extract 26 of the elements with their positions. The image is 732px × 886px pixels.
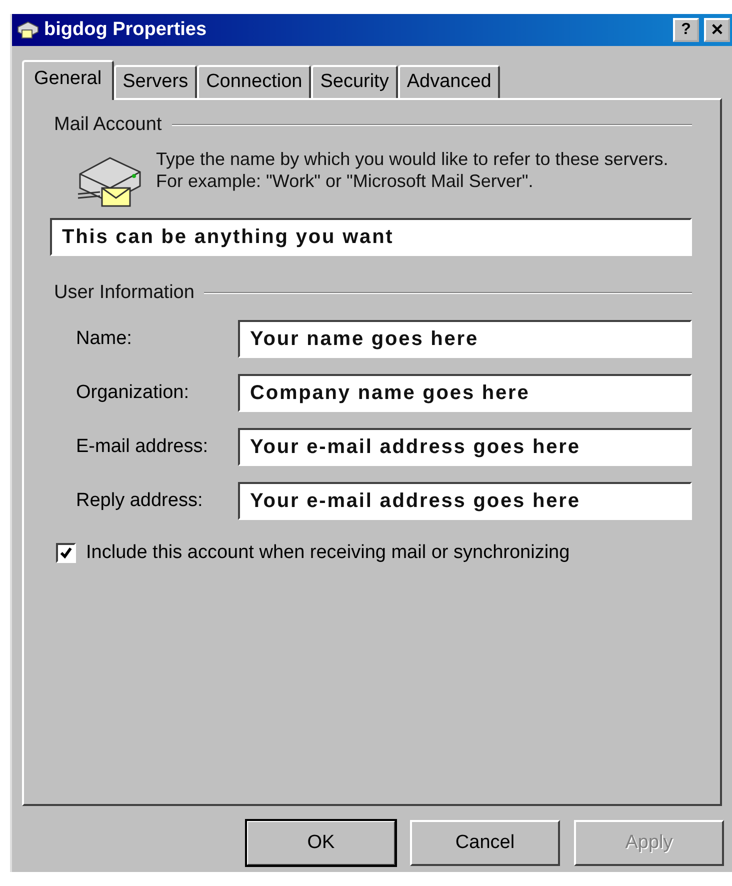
field-label: Reply address: bbox=[76, 490, 203, 512]
group-heading: User Information bbox=[54, 282, 194, 304]
account-name-field[interactable]: This can be anything you want bbox=[50, 218, 692, 256]
checkbox-label[interactable]: Include this account when receiving mail or synchronizing bbox=[86, 542, 570, 564]
title-bar-button[interactable]: ? bbox=[673, 18, 699, 42]
text-field[interactable]: Your e-mail address goes here bbox=[238, 428, 692, 466]
field-label: Name: bbox=[76, 328, 132, 350]
field-label: Organization: bbox=[76, 382, 190, 404]
check-icon bbox=[59, 546, 73, 560]
text-field[interactable]: Your e-mail address goes here bbox=[238, 482, 692, 520]
dialog-button[interactable]: OK bbox=[246, 820, 396, 866]
description-text: Type the name by which you would like to refer to these servers. For example: "Work" or "Microsoft Mail Server". bbox=[156, 148, 670, 193]
text-field[interactable]: Your name goes here bbox=[238, 320, 692, 358]
tab[interactable]: Connection bbox=[197, 65, 312, 98]
group-heading: Mail Account bbox=[54, 114, 162, 136]
window-title: bigdog Properties bbox=[44, 19, 208, 41]
title-bar-button[interactable]: ✕ bbox=[704, 18, 730, 42]
tab[interactable]: Security bbox=[311, 65, 398, 98]
tab[interactable]: Servers bbox=[114, 65, 198, 98]
mail-server-icon bbox=[16, 20, 40, 40]
text-field[interactable]: Company name goes here bbox=[238, 374, 692, 412]
tab[interactable]: Advanced bbox=[398, 65, 500, 98]
field-label: E-mail address: bbox=[76, 436, 208, 458]
tab[interactable]: General bbox=[22, 60, 114, 100]
checkbox[interactable] bbox=[56, 543, 76, 563]
dialog-button[interactable]: Cancel bbox=[410, 820, 560, 866]
